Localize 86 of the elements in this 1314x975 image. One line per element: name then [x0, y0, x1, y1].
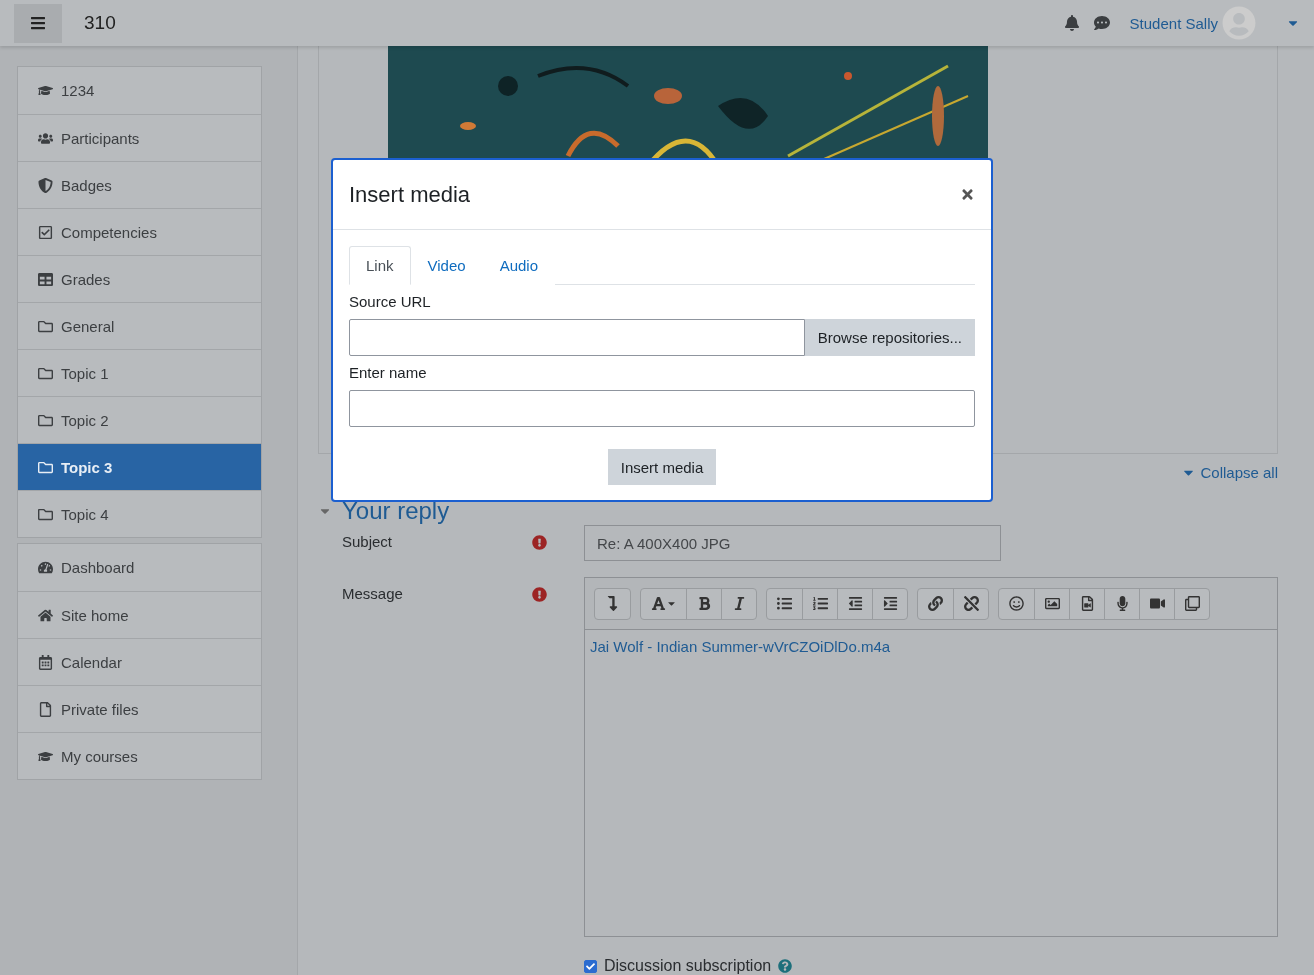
course-title: 310	[84, 12, 116, 34]
folder-icon	[38, 412, 53, 428]
media-file-icon	[1079, 596, 1095, 611]
table-icon	[38, 271, 53, 287]
nav-item[interactable]: Dashboard	[18, 544, 261, 591]
folder-icon	[38, 318, 53, 334]
chat-icon[interactable]	[1093, 15, 1110, 31]
checkbox-icon	[38, 224, 53, 240]
nav-item[interactable]: Badges	[18, 161, 261, 208]
folder-icon	[38, 506, 53, 522]
checkbox-label: Discussion subscription	[604, 957, 772, 975]
field-label: Source URL	[349, 293, 432, 310]
nav-label: Competencies	[61, 223, 157, 241]
unlink-icon	[963, 596, 979, 611]
smiley-icon	[1009, 596, 1024, 611]
arrow-icon	[605, 596, 620, 611]
nav-item[interactable]: Topic 2	[18, 396, 261, 443]
message-link[interactable]: Jai Wolf - Indian Summer-wVrCZOiDlDo.m4a	[590, 638, 891, 655]
nav-label: Site home	[61, 606, 129, 624]
numbered-list-icon	[812, 596, 828, 611]
calendar-icon	[38, 654, 53, 670]
image-icon	[1044, 596, 1060, 611]
nav-label: Topic 3	[61, 458, 113, 476]
bell-icon[interactable]	[1063, 15, 1080, 31]
nav-label: Badges	[61, 176, 112, 194]
section-heading: Your reply	[342, 497, 450, 525]
nav-item[interactable]: 1234	[18, 67, 261, 114]
subject-field[interactable]: Re: A 400X400 JPG	[584, 525, 1001, 561]
nav-item[interactable]: Private files	[18, 685, 261, 732]
nav-item[interactable]: Topic 3	[18, 443, 261, 490]
source-url-field[interactable]	[349, 319, 805, 356]
font-icon	[650, 596, 677, 611]
message-editor[interactable]: Jai Wolf - Indian Summer-wVrCZOiDlDo.m4a	[584, 577, 1278, 937]
dashboard-icon	[38, 560, 53, 575]
nav-item[interactable]: Site home	[18, 591, 261, 638]
subscription-checkbox[interactable]	[584, 959, 597, 973]
nav-label: Private files	[61, 700, 139, 718]
menu-button[interactable]	[14, 3, 62, 43]
video-camera-icon	[1149, 596, 1165, 611]
nav-item[interactable]: Calendar	[18, 638, 261, 685]
bold-icon	[696, 596, 712, 611]
nav-item[interactable]: General	[18, 302, 261, 349]
required-icon	[532, 587, 547, 602]
required-icon	[532, 535, 547, 550]
microphone-icon	[1114, 596, 1130, 611]
graduation-cap-icon	[38, 83, 53, 98]
nav-item[interactable]: Participants	[18, 114, 261, 161]
nav-label: Topic 1	[61, 364, 109, 382]
user-name[interactable]: Student Sally	[1129, 14, 1218, 32]
browse-repositories-button[interactable]: Browse repositories...	[804, 319, 975, 356]
field-label: Message	[342, 584, 404, 602]
bullet-list-icon	[777, 596, 792, 611]
nav-item[interactable]: Topic 1	[18, 349, 261, 396]
nav-label: 1234	[61, 82, 95, 99]
copy-icon	[1184, 596, 1200, 611]
field-label: Enter name	[349, 364, 428, 381]
nav-label: Calendar	[61, 653, 122, 671]
link-icon	[928, 596, 943, 611]
file-icon	[38, 701, 53, 717]
nav-label: Dashboard	[61, 559, 135, 576]
dialog-title: Insert media	[349, 181, 471, 208]
users-icon	[38, 130, 53, 146]
help-icon[interactable]	[778, 959, 793, 973]
collapse-all-link[interactable]: Collapse all	[1181, 464, 1278, 481]
nav-label: My courses	[61, 747, 138, 765]
field-label: Subject	[342, 532, 394, 550]
insert-media-button[interactable]: Insert media	[607, 449, 717, 485]
menu-icon	[30, 15, 46, 31]
tab[interactable]: Link	[349, 246, 411, 285]
nav-item[interactable]: My courses	[18, 732, 261, 779]
nav-item[interactable]: Competencies	[18, 208, 261, 255]
nav-label: Grades	[61, 270, 111, 288]
folder-icon	[38, 365, 53, 381]
nav-label: Topic 2	[61, 411, 109, 429]
nav-label: General	[61, 317, 115, 335]
nav-item[interactable]: Grades	[18, 255, 261, 302]
shield-icon	[38, 177, 53, 193]
indent-icon	[882, 596, 898, 611]
home-icon	[38, 607, 53, 623]
nav-label: Topic 4	[61, 505, 109, 523]
outdent-icon	[847, 596, 863, 611]
nav-label: Participants	[61, 129, 140, 147]
nav-item[interactable]: Topic 4	[18, 490, 261, 537]
name-field[interactable]	[349, 390, 975, 427]
close-button[interactable]	[960, 187, 975, 202]
folder-icon	[38, 459, 53, 475]
